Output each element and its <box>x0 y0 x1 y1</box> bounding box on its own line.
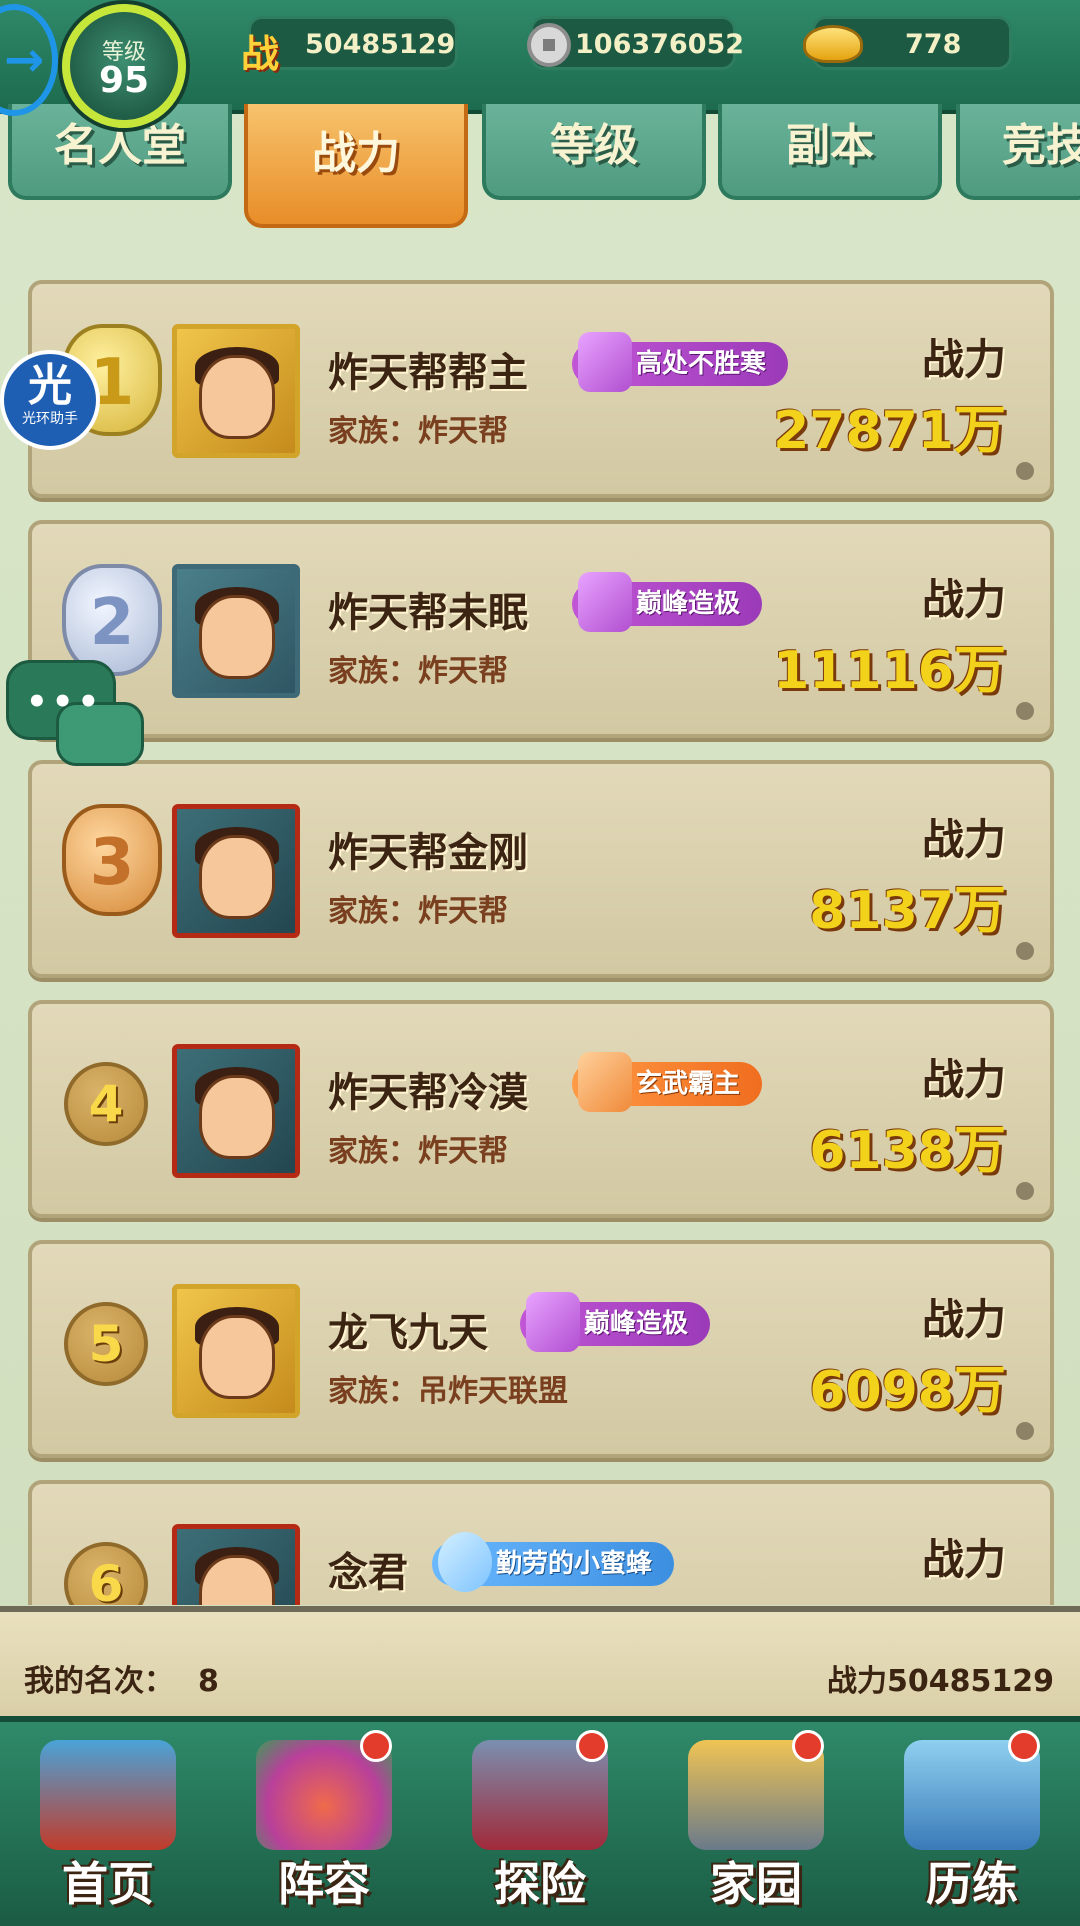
chat-dots: ••• <box>26 682 104 722</box>
coin-resource: 106376052 <box>527 16 744 70</box>
ranking-row[interactable]: 1 炸天帮帮主 高处不胜寒 家族：炸天帮 战力 27871万 <box>28 280 1054 498</box>
title-badge: 勤劳的小蜜蜂 <box>432 1532 675 1592</box>
family-name: 家族：炸天帮 <box>328 894 508 929</box>
power-value: 6098万 <box>809 1361 1006 1421</box>
gold-value: 778 <box>905 29 962 60</box>
tab-dungeon[interactable]: 副本 <box>718 104 942 200</box>
avatar[interactable] <box>172 804 300 938</box>
player-name: 炸天帮金刚 <box>328 830 528 876</box>
my-rank-value: 8 <box>198 1664 219 1699</box>
title-badge: 高处不胜寒 <box>572 332 789 392</box>
power-value: 11116万 <box>773 641 1006 701</box>
helper-label: 光环助手 <box>22 411 78 427</box>
corner-decoration <box>1016 1182 1034 1200</box>
back-button[interactable]: → <box>0 4 58 116</box>
combat-power-value: 50485129 <box>305 29 456 60</box>
chat-button[interactable]: ••• <box>6 660 144 770</box>
avatar[interactable] <box>172 324 300 458</box>
corner-decoration <box>1016 1422 1034 1440</box>
guanghuan-helper-button[interactable]: 光 光环助手 <box>0 350 100 450</box>
bronze-medal-icon: 3 <box>62 804 162 916</box>
title-badge: 玄武霸主 <box>572 1052 763 1112</box>
family-name: 家族：炸天帮 <box>328 414 508 449</box>
player-name: 念君 <box>328 1550 408 1596</box>
coin-value: 106376052 <box>575 29 745 60</box>
power-label: 战力 <box>921 1055 1006 1104</box>
ranking-row[interactable]: 6 念君 勤劳的小蜜蜂 战力 <box>28 1480 1054 1605</box>
gold-resource: 778 <box>803 16 1012 70</box>
mountain-icon <box>578 1052 632 1112</box>
gourd-icon <box>578 572 632 632</box>
power-value: 8137万 <box>809 881 1006 941</box>
bottom-navigation: 首页 阵容 探险 家园 历练 <box>0 1716 1080 1926</box>
title-badge: 巅峰造极 <box>572 572 763 632</box>
title-badge: 巅峰造极 <box>520 1292 711 1352</box>
family-name: 家族：吊炸天联盟 <box>328 1374 568 1409</box>
player-name: 龙飞九天 <box>328 1310 488 1356</box>
crystal-icon <box>578 332 632 392</box>
corner-decoration <box>1016 462 1034 480</box>
rank-number: 4 <box>64 1062 148 1146</box>
power-label: 战力 <box>921 815 1006 864</box>
gourd-icon <box>526 1292 580 1352</box>
my-power: 战力50485129 <box>827 1664 1054 1699</box>
nav-adventure[interactable]: 探险 <box>432 1722 648 1926</box>
nav-lineup[interactable]: 阵容 <box>216 1722 432 1926</box>
power-label: 战力 <box>921 575 1006 624</box>
corner-decoration <box>1016 702 1034 720</box>
ranking-row[interactable]: 4 炸天帮冷漠 玄武霸主 家族：炸天帮 战力 6138万 <box>28 1000 1054 1218</box>
notification-dot <box>360 1730 392 1762</box>
power-label: 战力 <box>921 1535 1006 1584</box>
tab-level[interactable]: 等级 <box>482 104 706 200</box>
ranking-tabs: 名人堂 战力 等级 副本 竞技 <box>0 104 1080 228</box>
zhan-icon: 战 <box>241 32 280 76</box>
my-rank-label: 我的名次： <box>24 1664 174 1699</box>
my-rank: 我的名次： 8 <box>24 1656 219 1700</box>
tab-arena[interactable]: 竞技 <box>956 104 1080 200</box>
top-status-bar: → 等级 95 战 50485129 106376052 778 <box>0 0 1080 128</box>
player-name: 炸天帮冷漠 <box>328 1070 528 1116</box>
ranking-row[interactable]: 3 炸天帮金刚 家族：炸天帮 战力 8137万 <box>28 760 1054 978</box>
ranking-row[interactable]: 5 龙飞九天 巅峰造极 家族：吊炸天联盟 战力 6098万 <box>28 1240 1054 1458</box>
my-rank-bar: 我的名次： 8 战力50485129 <box>0 1606 1080 1722</box>
ranking-list[interactable]: 1 炸天帮帮主 高处不胜寒 家族：炸天帮 战力 27871万 2 炸天帮未眠 巅… <box>0 250 1080 1605</box>
rank-number: 5 <box>64 1302 148 1386</box>
tab-combat-power[interactable]: 战力 <box>244 104 468 228</box>
corner-decoration <box>1016 942 1034 960</box>
palace-gate-icon <box>40 1740 176 1850</box>
power-label: 战力 <box>921 1295 1006 1344</box>
family-name: 家族：炸天帮 <box>328 1134 508 1169</box>
player-level-badge[interactable]: 等级 95 <box>62 4 186 128</box>
bee-icon <box>438 1532 492 1592</box>
power-label: 战力 <box>921 335 1006 384</box>
player-name: 炸天帮帮主 <box>328 350 528 396</box>
power-value: 27871万 <box>773 401 1006 461</box>
ranking-row[interactable]: 2 炸天帮未眠 巅峰造极 家族：炸天帮 战力 11116万 <box>28 520 1054 738</box>
family-name: 家族：炸天帮 <box>328 654 508 689</box>
level-value: 95 <box>98 60 150 101</box>
avatar[interactable] <box>172 564 300 698</box>
gold-ingot-icon <box>803 25 863 63</box>
avatar[interactable] <box>172 1044 300 1178</box>
combat-power-resource: 战 50485129 <box>241 16 458 76</box>
nav-training[interactable]: 历练 <box>864 1722 1080 1926</box>
notification-dot <box>792 1730 824 1762</box>
power-value: 6138万 <box>809 1121 1006 1181</box>
coin-icon <box>527 23 571 67</box>
notification-dot <box>576 1730 608 1762</box>
avatar[interactable] <box>172 1284 300 1418</box>
avatar[interactable] <box>172 1524 300 1605</box>
notification-dot <box>1008 1730 1040 1762</box>
rank-number: 6 <box>64 1542 148 1605</box>
nav-homestead[interactable]: 家园 <box>648 1722 864 1926</box>
player-name: 炸天帮未眠 <box>328 590 528 636</box>
nav-home[interactable]: 首页 <box>0 1722 216 1926</box>
arrow-right-icon: → <box>4 32 45 88</box>
